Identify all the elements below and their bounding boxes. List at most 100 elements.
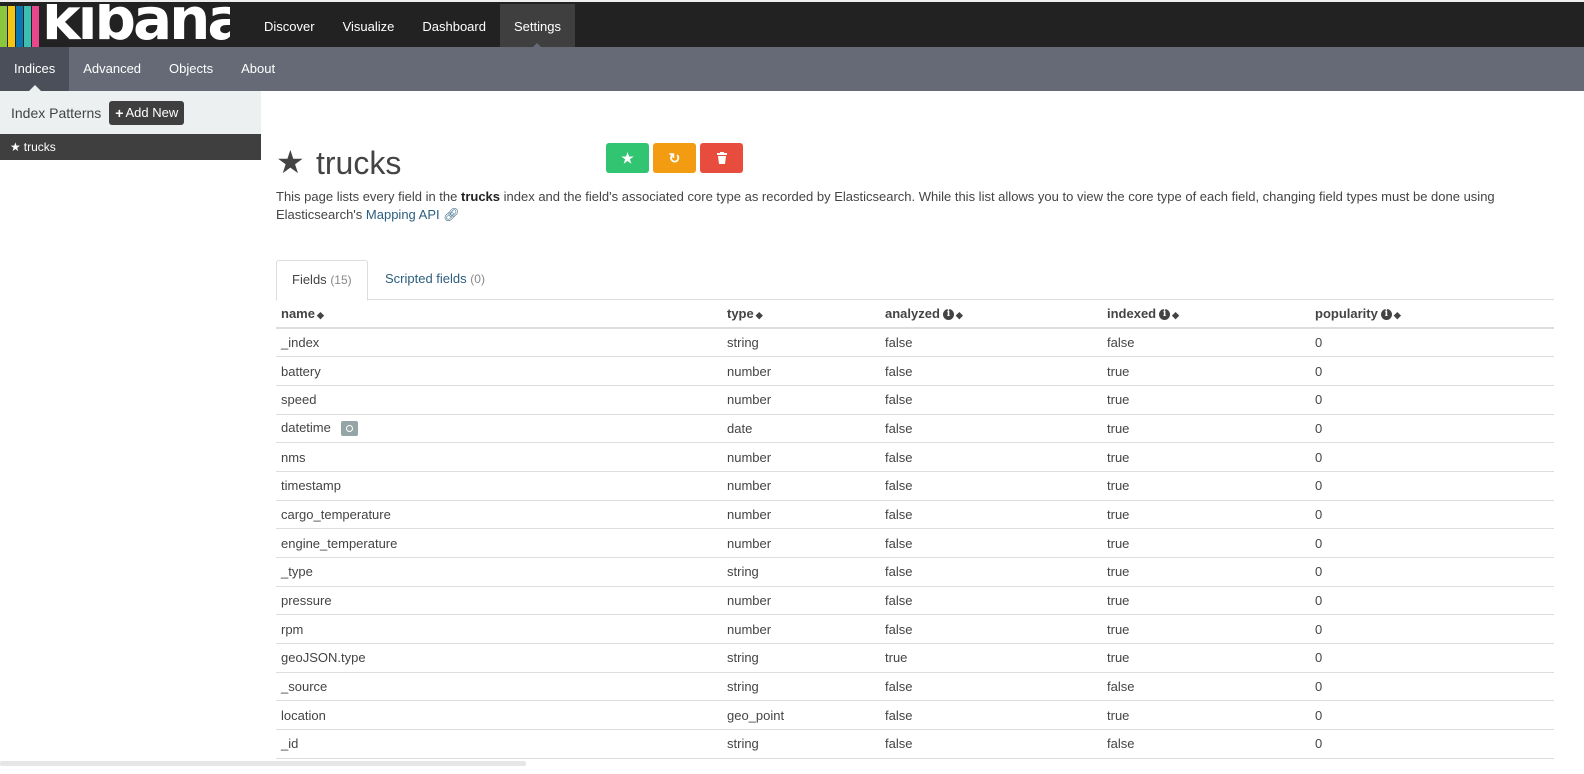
cell-type: geo_point <box>722 700 880 731</box>
info-icon[interactable]: i <box>1380 309 1392 321</box>
cell-popularity-value: 0 <box>1315 420 1323 436</box>
cell-analyzed-value: false <box>885 593 913 609</box>
cell-name: location <box>276 700 722 731</box>
nav-discover[interactable]: Discover <box>250 4 329 49</box>
cell-type-value: number <box>727 535 772 551</box>
cell-analyzed-value: false <box>885 736 913 752</box>
column-header-indexed[interactable]: indexed i ◆ <box>1102 300 1310 329</box>
sidebar-item-trucks[interactable]: ★ trucks <box>0 134 261 160</box>
cell-indexed: false <box>1102 672 1310 702</box>
cell-type: number <box>722 471 880 501</box>
subnav-indices[interactable]: Indices <box>0 47 70 91</box>
table-row: _source string false false 0 <box>276 672 1554 702</box>
column-header-analyzed[interactable]: analyzed i ◆ <box>880 300 1102 329</box>
description-text: This page lists every field in the <box>276 189 461 204</box>
column-header-popularity[interactable]: popularity i ◆ <box>1310 300 1554 329</box>
cell-name-value: speed <box>281 392 317 408</box>
column-header-type[interactable]: type ◆ <box>722 300 880 329</box>
refresh-fields-button[interactable]: ↻ <box>653 143 696 173</box>
tab-count: (0) <box>470 272 485 286</box>
cell-indexed-value: true <box>1107 420 1130 436</box>
cell-type-value: number <box>727 506 772 522</box>
cell-name-value: engine_temperature <box>281 535 398 551</box>
settings-subnav: Indices Advanced Objects About <box>0 47 1584 91</box>
cell-popularity: 0 <box>1310 414 1554 444</box>
table-row: pressure number false true 0 <box>276 586 1554 616</box>
horizontal-scrollbar[interactable] <box>0 761 526 766</box>
nav-settings[interactable]: Settings <box>499 4 575 49</box>
cell-popularity: 0 <box>1310 356 1554 386</box>
kibana-logo[interactable]: kibana <box>0 4 230 49</box>
mapping-api-link[interactable]: Mapping API 🔗︎ <box>366 207 460 222</box>
table-row: _id string false false 0 <box>276 729 1554 759</box>
cell-indexed: true <box>1102 471 1310 501</box>
column-header-name[interactable]: name ◆ <box>276 300 722 329</box>
add-new-button[interactable]: + Add New <box>109 100 185 125</box>
cell-indexed: true <box>1102 700 1310 731</box>
subnav-objects[interactable]: Objects <box>155 47 227 91</box>
cell-name-value: nms <box>281 449 306 465</box>
cell-indexed: true <box>1102 356 1310 386</box>
cell-analyzed-value: false <box>885 707 913 723</box>
cell-popularity: 0 <box>1310 557 1554 587</box>
cell-analyzed: false <box>880 729 1102 759</box>
logo-stripe <box>32 6 39 48</box>
subnav-advanced[interactable]: Advanced <box>69 47 155 91</box>
cell-indexed: false <box>1102 729 1310 759</box>
logo-stripe <box>24 6 31 48</box>
cell-popularity: 0 <box>1310 471 1554 501</box>
sidebar-title: Index Patterns <box>11 104 102 121</box>
cell-indexed-value: true <box>1107 650 1130 666</box>
nav-dashboard[interactable]: Dashboard <box>408 4 500 49</box>
table-row: _index string false false 0 <box>276 328 1554 358</box>
cell-name-value: cargo_temperature <box>281 506 391 522</box>
cell-analyzed-value: false <box>885 363 913 379</box>
cell-type: number <box>722 356 880 386</box>
cell-popularity: 0 <box>1310 614 1554 645</box>
cell-popularity: 0 <box>1310 385 1554 415</box>
table-row: cargo_temperature number false true 0 <box>276 500 1554 530</box>
cell-popularity-value: 0 <box>1315 707 1323 723</box>
cell-type: number <box>722 528 880 558</box>
tab-scripted-fields[interactable]: Scripted fields (0) <box>370 260 500 300</box>
cell-type-value: string <box>727 679 759 695</box>
nav-visualize[interactable]: Visualize <box>329 4 409 49</box>
cell-indexed: true <box>1102 586 1310 616</box>
info-icon[interactable]: i <box>1159 309 1171 321</box>
cell-popularity-value: 0 <box>1315 363 1323 379</box>
set-default-button[interactable]: ★ <box>606 143 649 173</box>
subnav-about[interactable]: About <box>227 47 289 91</box>
tab-fields[interactable]: Fields (15) <box>276 260 368 301</box>
cell-type: string <box>722 672 880 702</box>
cell-analyzed-value: true <box>885 650 908 666</box>
cell-name-value: rpm <box>281 621 304 637</box>
cell-indexed: true <box>1102 414 1310 444</box>
default-star-icon: ★ <box>276 144 305 180</box>
clock-icon <box>340 421 358 437</box>
table-row: battery number false true 0 <box>276 356 1554 386</box>
cell-indexed: false <box>1102 328 1310 358</box>
cell-popularity: 0 <box>1310 672 1554 702</box>
logo-stripe <box>8 6 15 48</box>
cell-name: speed <box>276 385 722 415</box>
cell-name: timestamp <box>276 471 722 501</box>
cell-name-value: location <box>281 707 326 723</box>
cell-type: number <box>722 614 880 645</box>
info-icon[interactable]: i <box>942 309 954 321</box>
table-row: rpm number false true 0 <box>276 614 1554 645</box>
cell-indexed-value: true <box>1107 593 1130 609</box>
cell-name-value: timestamp <box>281 478 341 494</box>
mapping-api-label: Mapping API <box>365 207 440 222</box>
cell-indexed-value: true <box>1107 449 1130 465</box>
page-title: trucks <box>316 145 402 181</box>
tab-label: Scripted fields <box>385 271 467 286</box>
index-description: This page lists every field in the truck… <box>276 188 1546 224</box>
sort-icon: ◆ <box>755 310 763 320</box>
delete-index-button[interactable] <box>700 143 743 173</box>
sort-icon: ◆ <box>1393 310 1401 320</box>
fields-table: name ◆ type ◆ analyzed i ◆ indexed i ◆ popular… <box>276 300 1554 759</box>
cell-analyzed-value: false <box>885 621 913 637</box>
cell-popularity-value: 0 <box>1315 736 1323 752</box>
index-patterns-sidebar: Index Patterns + Add New ★ trucks <box>0 91 261 774</box>
cell-popularity: 0 <box>1310 500 1554 530</box>
